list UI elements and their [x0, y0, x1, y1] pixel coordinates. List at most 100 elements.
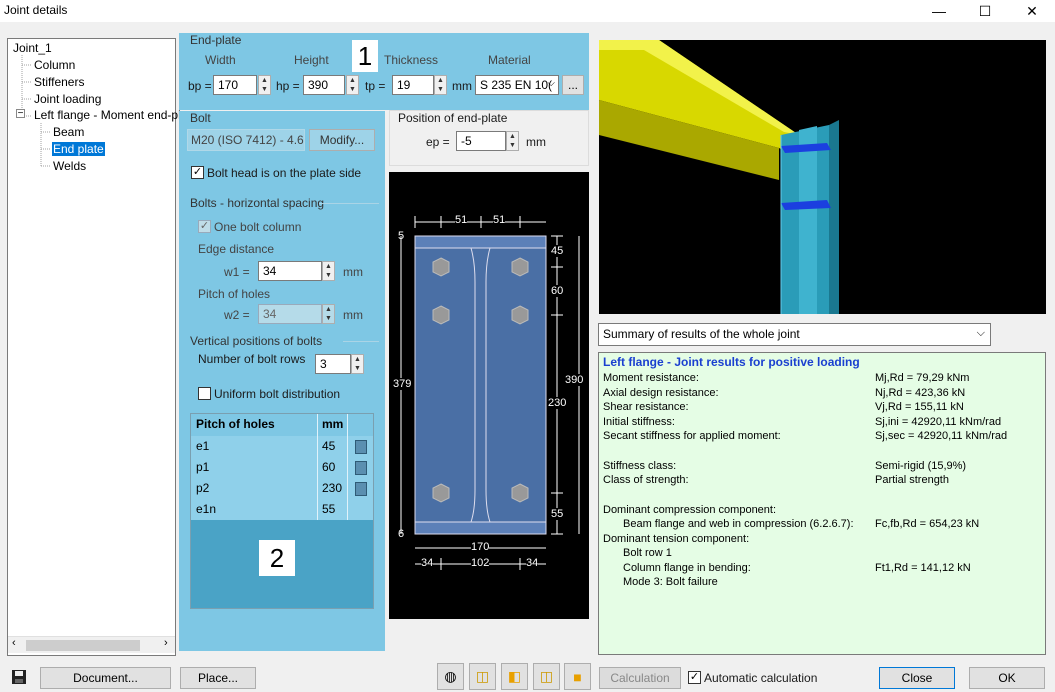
modify-bolt-button[interactable]: Modify...	[309, 129, 375, 151]
table-row[interactable]: e1n 55	[191, 499, 373, 520]
trash-icon[interactable]	[354, 439, 367, 454]
tree-item-welds[interactable]: Welds	[53, 159, 86, 173]
delete-cell[interactable]	[348, 478, 373, 499]
one-column-label: One bolt column	[214, 220, 302, 234]
rows-input[interactable]: 3	[315, 354, 351, 374]
trash-icon[interactable]	[354, 481, 367, 496]
ep-input[interactable]: -5	[456, 131, 506, 151]
save-icon[interactable]	[8, 666, 30, 688]
place-button[interactable]: Place...	[180, 667, 256, 689]
material-browse-button[interactable]: ...	[562, 75, 584, 95]
result-label: Column flange in bending:	[623, 562, 751, 574]
w1-input[interactable]: 34	[258, 261, 322, 281]
result-value: Fc,fb,Rd = 654,23 kN	[875, 518, 980, 530]
horiz-spacing-title: Bolts - horizontal spacing	[190, 196, 325, 210]
result-label: Dominant tension component:	[603, 533, 750, 545]
pitch-table[interactable]: Pitch of holes mm e1 45 p1 60 p2 230 e1n…	[190, 413, 374, 609]
w2-unit: mm	[343, 308, 363, 322]
delete-cell[interactable]	[348, 457, 373, 478]
results-heading: Left flange - Joint results for positive…	[603, 355, 860, 369]
dim-230: 230	[548, 397, 567, 409]
result-label: Axial design resistance:	[603, 387, 719, 399]
chevron-down-icon: ⌵	[976, 327, 985, 339]
header-blank	[348, 414, 373, 436]
table-row[interactable]: p2 230	[191, 478, 373, 499]
cell-value[interactable]: 45	[318, 436, 348, 457]
table-row[interactable]: p1 60	[191, 457, 373, 478]
dim-34b: 34	[526, 557, 539, 569]
material-select[interactable]: S 235 EN 10( ⌵	[475, 75, 559, 95]
bp-input[interactable]: 170	[213, 75, 257, 95]
tree-item-end-plate[interactable]: End plate	[52, 142, 105, 156]
callout-badge-2: 2	[259, 540, 295, 576]
cell-name: p1	[191, 457, 318, 478]
close-window-button[interactable]: ✕	[1009, 0, 1055, 22]
joint-tree[interactable]: Joint_1 Column Stiffeners Joint loading …	[7, 38, 187, 656]
cell-value[interactable]: 55	[318, 499, 348, 520]
w2-label: w2 =	[224, 308, 250, 322]
auto-calc-checkbox[interactable]: ✓	[688, 671, 701, 684]
table-row[interactable]: e1 45	[191, 436, 373, 457]
w2-input[interactable]: 34	[258, 304, 322, 324]
scroll-right-icon[interactable]: ›	[164, 637, 168, 649]
hp-input[interactable]: 390	[303, 75, 345, 95]
material-label: Material	[488, 53, 531, 67]
delete-cell[interactable]	[348, 499, 373, 520]
solid-cube-icon[interactable]: ◧	[501, 663, 528, 690]
dim-45: 45	[551, 245, 564, 257]
minimize-button[interactable]: —	[916, 0, 962, 22]
tree-item-joint-loading[interactable]: Joint loading	[34, 92, 101, 106]
tree-item-column[interactable]: Column	[34, 58, 75, 72]
close-button[interactable]: Close	[879, 667, 955, 689]
w1-spinner[interactable]: ▲ ▼	[322, 261, 335, 281]
tp-input[interactable]: 19	[392, 75, 434, 95]
maximize-button[interactable]: ☐	[962, 0, 1008, 22]
3d-model	[599, 40, 839, 314]
divider	[319, 203, 379, 204]
scroll-thumb[interactable]	[26, 640, 140, 651]
tree-horizontal-scrollbar[interactable]: ‹ ›	[8, 636, 175, 653]
trash-icon[interactable]	[354, 460, 367, 475]
ok-button[interactable]: OK	[969, 667, 1045, 689]
hidden-line-cube-icon[interactable]: ◫	[533, 663, 560, 690]
bolt-head-checkbox[interactable]: ✓	[191, 166, 204, 179]
plate-drawing: 51 51 5 45 60 379 390 230 55 6 170 34 10…	[389, 172, 589, 619]
vertical-positions-title: Vertical positions of bolts	[190, 334, 323, 348]
summary-select[interactable]: Summary of results of the whole joint ⌵	[598, 323, 991, 346]
cell-value[interactable]: 60	[318, 457, 348, 478]
w1-unit: mm	[343, 265, 363, 279]
uniform-checkbox[interactable]	[198, 387, 211, 400]
hp-spinner[interactable]: ▲ ▼	[346, 75, 359, 95]
cell-value[interactable]: 230	[318, 478, 348, 499]
summary-selected: Summary of results of the whole joint	[603, 327, 800, 341]
w2-spinner[interactable]: ▲ ▼	[322, 304, 335, 324]
scroll-left-icon[interactable]: ‹	[12, 637, 16, 649]
table-header: Pitch of holes mm	[191, 414, 373, 436]
one-column-checkbox[interactable]: ✓	[198, 220, 211, 233]
end-plate-title: End-plate	[190, 33, 242, 47]
ep-unit: mm	[526, 135, 546, 149]
tree-item-left-flange[interactable]: Left flange - Moment end-pla	[34, 108, 187, 122]
tp-spinner[interactable]: ▲ ▼	[434, 75, 447, 95]
tree-item-joint[interactable]: Joint_1	[13, 41, 52, 55]
delete-cell[interactable]	[348, 436, 373, 457]
calculation-button[interactable]: Calculation	[599, 667, 681, 689]
shaded-cube-icon[interactable]: ■	[564, 663, 591, 690]
bp-spinner[interactable]: ▲ ▼	[258, 75, 271, 95]
rows-spinner[interactable]: ▲ ▼	[351, 354, 364, 374]
uniform-label: Uniform bolt distribution	[214, 387, 341, 401]
document-button[interactable]: Document...	[40, 667, 171, 689]
tree-item-beam[interactable]: Beam	[53, 125, 84, 139]
window-title: Joint details	[4, 3, 68, 17]
bolt-type-field: M20 (ISO 7412) - 4.6	[187, 129, 305, 151]
dim-top5: 5	[398, 230, 405, 242]
wireframe-cube-icon[interactable]: ◫	[469, 663, 496, 690]
result-label: Bolt row 1	[623, 547, 672, 559]
ep-spinner[interactable]: ▲ ▼	[506, 131, 519, 151]
dim-34a: 34	[421, 557, 434, 569]
globe-icon[interactable]: ◍	[437, 663, 464, 690]
result-value: Ft1,Rd = 141,12 kN	[875, 562, 971, 574]
tree-collapse-icon[interactable]: −	[16, 109, 25, 119]
3d-view[interactable]	[599, 40, 1046, 314]
tree-item-stiffeners[interactable]: Stiffeners	[34, 75, 84, 89]
